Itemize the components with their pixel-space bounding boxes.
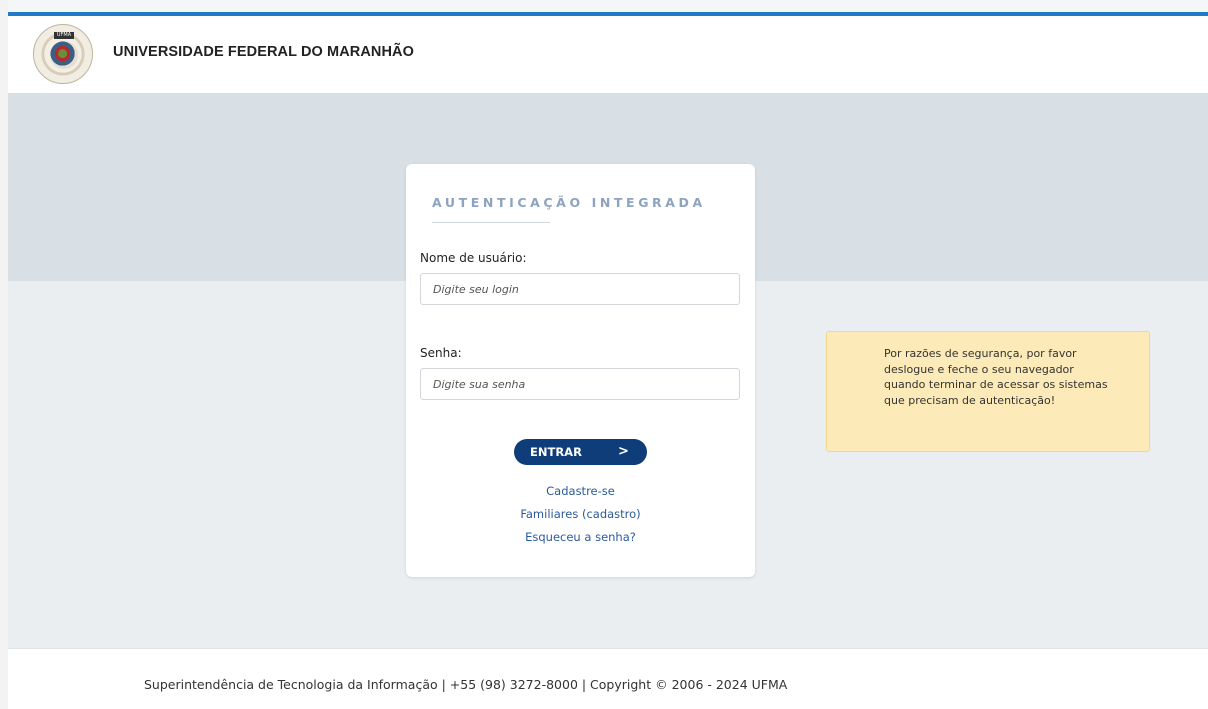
footer-text: Superintendência de Tecnologia da Inform… (144, 677, 788, 692)
login-title: AUTENTICAÇÃO INTEGRADA (432, 195, 706, 210)
family-register-link[interactable]: Familiares (cadastro) (406, 507, 755, 521)
forgot-password-link[interactable]: Esqueceu a senha? (406, 530, 755, 544)
ufma-logo-icon: UFMA (33, 24, 93, 84)
logo-emblem (50, 41, 78, 69)
login-card: AUTENTICAÇÃO INTEGRADA Nome de usuário: … (406, 164, 755, 577)
chevron-right-icon: > (618, 444, 629, 459)
submit-button[interactable]: ENTRAR > (514, 439, 647, 465)
site-header: UFMA UNIVERSIDADE FEDERAL DO MARANHÃO (8, 16, 1208, 93)
university-name: UNIVERSIDADE FEDERAL DO MARANHÃO (113, 44, 415, 60)
title-underline (432, 222, 550, 223)
username-label: Nome de usuário: (420, 251, 527, 265)
site-footer: Superintendência de Tecnologia da Inform… (8, 648, 1208, 709)
logo-tag: UFMA (54, 32, 74, 39)
username-input[interactable] (420, 273, 740, 305)
password-label: Senha: (420, 346, 462, 360)
register-link[interactable]: Cadastre-se (406, 484, 755, 498)
page-left-margin (0, 0, 8, 709)
submit-label: ENTRAR (530, 445, 582, 459)
password-input[interactable] (420, 368, 740, 400)
page-top-margin (0, 0, 1208, 12)
security-notice-text: Por razões de segurança, por favor deslo… (884, 347, 1108, 407)
security-notice: Por razões de segurança, por favor deslo… (826, 331, 1150, 452)
